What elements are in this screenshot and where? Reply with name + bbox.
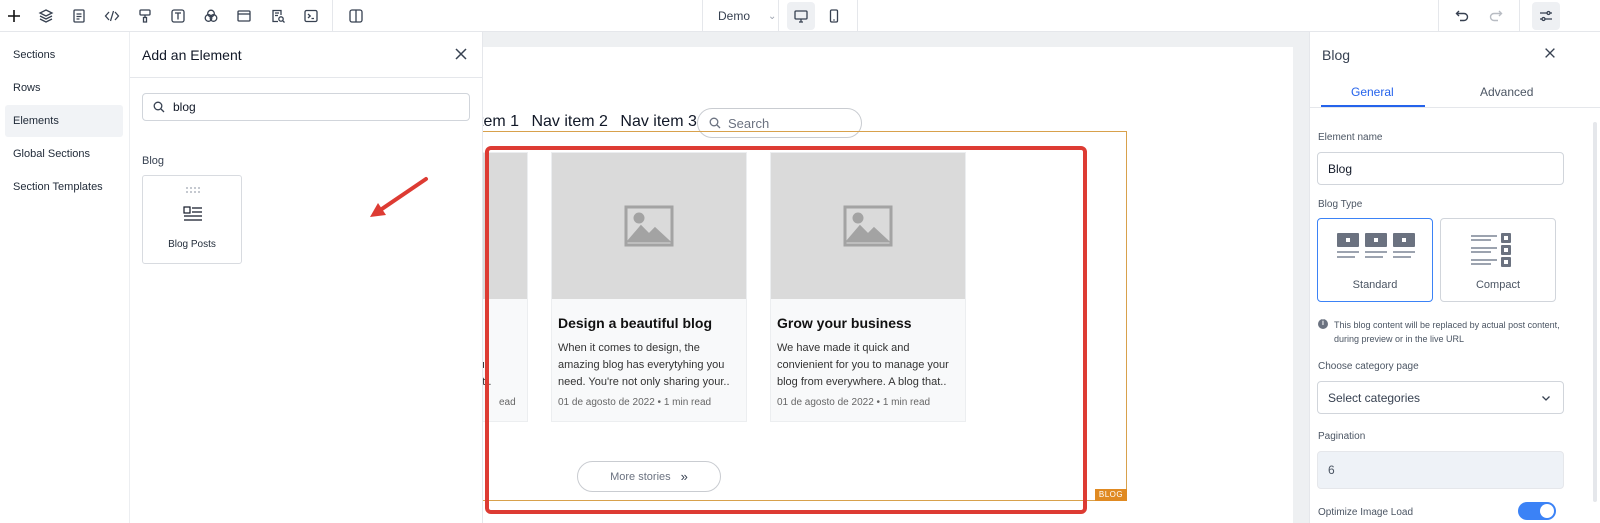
site-select[interactable]: Demo ⌄ (718, 0, 790, 32)
sliders-icon (1540, 10, 1552, 22)
components-icon[interactable] (199, 4, 223, 28)
element-name-value: Blog (1328, 161, 1353, 176)
info-icon: i (1318, 319, 1328, 329)
tab-advanced[interactable]: Advanced (1480, 85, 1533, 99)
blog-posts-element[interactable]: Blog Posts (142, 175, 242, 264)
split-view-icon[interactable] (344, 4, 368, 28)
settings-title: Blog (1322, 47, 1351, 63)
mobile-view-button[interactable] (820, 2, 848, 30)
layout-icon[interactable] (232, 4, 256, 28)
compact-layout-icon (1471, 233, 1511, 267)
page-icon[interactable] (67, 4, 91, 28)
settings-toggle-button[interactable] (1532, 2, 1560, 30)
panel-title: Add an Element (142, 47, 242, 63)
blog-type-label: Blog Type (1318, 199, 1363, 210)
pagination-input[interactable]: 6 (1317, 451, 1564, 489)
panel-header: Add an Element (130, 32, 483, 78)
page-preview: tem 1 Nav item 2 Nav item 3 Search ng yo… (483, 47, 1293, 523)
optimize-image-toggle[interactable] (1518, 502, 1556, 520)
standard-layout-icon (1337, 233, 1415, 258)
mobile-icon (829, 9, 839, 23)
terminal-icon[interactable] (299, 4, 323, 28)
left-nav: Sections Rows Elements Global Sections S… (0, 32, 130, 523)
nav-item[interactable]: Nav item 3 (620, 113, 696, 130)
desktop-icon (794, 10, 808, 23)
search-icon (709, 117, 721, 129)
category-select-placeholder: Select categories (1328, 390, 1421, 405)
nav-item-section-templates[interactable]: Section Templates (5, 171, 123, 203)
undo-icon[interactable] (1450, 4, 1474, 28)
nav-item[interactable]: tem 1 (483, 113, 519, 130)
nav-item-global-sections[interactable]: Global Sections (5, 138, 123, 170)
plus-icon[interactable] (2, 4, 26, 28)
add-element-panel: Add an Element blog Blog Blog Posts (130, 32, 483, 523)
element-name-label: Element name (1318, 132, 1383, 143)
element-search-input[interactable]: blog (142, 93, 470, 121)
pagination-value: 6 (1328, 463, 1335, 477)
chevron-down-icon: ⌄ (768, 10, 777, 22)
blog-type-standard[interactable]: Standard (1317, 218, 1433, 302)
active-tab-indicator (1321, 105, 1425, 107)
settings-tabs: General Advanced (1310, 79, 1600, 108)
close-icon[interactable] (453, 46, 469, 62)
editor-canvas: tem 1 Nav item 2 Nav item 3 Search ng yo… (483, 32, 1309, 523)
paint-icon[interactable] (133, 4, 157, 28)
blog-type-name: Standard (1352, 279, 1398, 291)
site-search-placeholder: Search (728, 115, 770, 131)
close-icon[interactable] (1543, 46, 1557, 60)
toolbar-divider (857, 0, 858, 32)
optimize-image-label: Optimize Image Load (1318, 507, 1414, 518)
toolbar-divider (702, 0, 703, 32)
blog-element-badge[interactable]: BLOG (1095, 489, 1127, 501)
toolbar-divider (778, 0, 779, 32)
info-text: This blog content will be replaced by ac… (1334, 320, 1560, 344)
search-doc-icon[interactable] (266, 4, 290, 28)
text-icon[interactable] (166, 4, 190, 28)
element-label: Blog Posts (168, 239, 216, 250)
toolbar-divider (332, 0, 333, 32)
pagination-label: Pagination (1318, 431, 1366, 442)
info-note: i This blog content will be replaced by … (1318, 318, 1568, 346)
site-nav: tem 1 Nav item 2 Nav item 3 (483, 113, 705, 131)
element-name-input[interactable]: Blog (1317, 152, 1564, 185)
search-icon (153, 101, 165, 113)
category-label: Blog (142, 155, 165, 167)
redo-icon[interactable] (1484, 4, 1508, 28)
toolbar-divider (1438, 0, 1439, 32)
element-search-value: blog (173, 100, 196, 114)
drag-handle-icon[interactable] (185, 186, 201, 194)
panel-scrollbar[interactable] (1593, 122, 1597, 502)
blog-type-name: Compact (1475, 279, 1521, 291)
top-toolbar: Demo ⌄ (0, 0, 1600, 32)
chevron-down-icon (1542, 395, 1550, 401)
category-select[interactable]: Select categories (1317, 381, 1564, 414)
site-select-value: Demo (718, 9, 751, 23)
nav-item-sections[interactable]: Sections (5, 39, 123, 71)
category-page-label: Choose category page (1318, 361, 1419, 372)
nav-item[interactable]: Nav item 2 (531, 113, 607, 130)
code-icon[interactable] (100, 4, 124, 28)
toolbar-divider (1519, 0, 1520, 32)
nav-item-elements[interactable]: Elements (5, 105, 123, 137)
nav-item-rows[interactable]: Rows (5, 72, 123, 104)
layers-icon[interactable] (34, 4, 58, 28)
red-arrow-annotation (370, 177, 428, 217)
blog-posts-icon (183, 206, 202, 221)
desktop-view-button[interactable] (787, 2, 815, 30)
red-highlight-annotation (485, 146, 1087, 514)
settings-panel: Blog General Advanced Element name Blog … (1309, 32, 1600, 523)
blog-type-compact[interactable]: Compact (1440, 218, 1556, 302)
tab-general[interactable]: General (1351, 85, 1394, 99)
